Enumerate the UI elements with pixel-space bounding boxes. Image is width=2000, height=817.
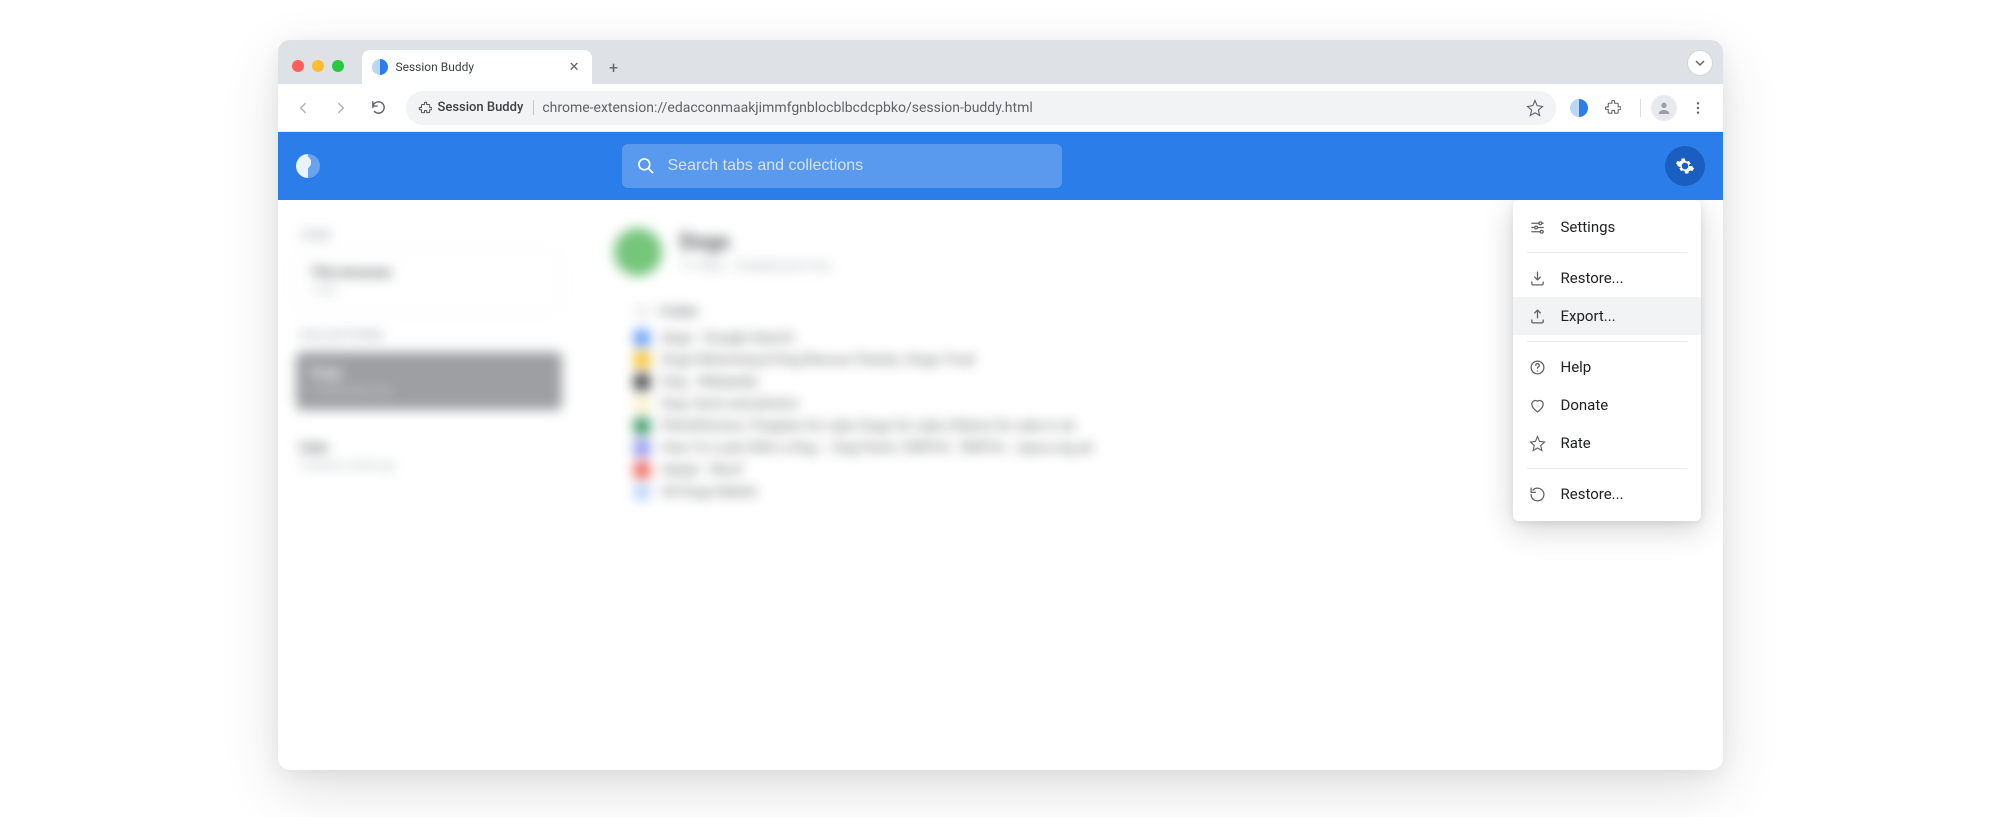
chip-label: Session Buddy bbox=[438, 100, 524, 115]
search-field[interactable] bbox=[622, 144, 1062, 188]
link-text: Pets4Homes | Puppies for sale, Dogs for … bbox=[662, 418, 1075, 434]
search-input[interactable] bbox=[668, 157, 1048, 175]
close-window-button[interactable] bbox=[292, 60, 304, 72]
session-buddy-logo[interactable] bbox=[296, 154, 320, 178]
sliders-icon bbox=[1529, 218, 1547, 236]
sidebar-section-collections: COLLECTIONS bbox=[300, 328, 558, 342]
history-icon bbox=[1529, 485, 1547, 503]
collection-title: Dogs bbox=[680, 230, 832, 255]
minimize-window-button[interactable] bbox=[312, 60, 324, 72]
session-buddy-extension-icon[interactable] bbox=[1570, 99, 1588, 117]
browser-menu-button[interactable] bbox=[1681, 91, 1715, 125]
sidebar-section-tabs: TABS bbox=[300, 228, 558, 242]
settings-gear-button[interactable] bbox=[1665, 146, 1705, 186]
link-text: Dog: facts and photos bbox=[662, 396, 799, 412]
browser-toolbar: Session Buddy chrome-extension://edaccon… bbox=[278, 84, 1723, 132]
session-buddy-favicon bbox=[372, 59, 388, 75]
toolbar-separator bbox=[1640, 99, 1641, 117]
search-icon bbox=[636, 156, 656, 176]
forward-button[interactable] bbox=[324, 91, 358, 125]
sidebar-item-this-browser[interactable]: This browser 1 tab bbox=[296, 252, 562, 310]
help-icon bbox=[1529, 358, 1547, 376]
link-favicon bbox=[634, 462, 650, 478]
close-tab-icon[interactable]: ✕ bbox=[567, 58, 582, 77]
browser-window: Session Buddy ✕ + Session Buddy chrome-e… bbox=[278, 40, 1723, 770]
maximize-window-button[interactable] bbox=[332, 60, 344, 72]
menu-separator bbox=[1527, 468, 1687, 469]
link-favicon bbox=[634, 440, 650, 456]
link-text: Dog - Wikipedia bbox=[662, 374, 758, 390]
gear-icon bbox=[1675, 156, 1695, 176]
menu-export[interactable]: Export... bbox=[1513, 297, 1701, 335]
link-favicon bbox=[634, 396, 650, 412]
tab-strip: Session Buddy ✕ + bbox=[278, 40, 1723, 84]
extensions-button[interactable] bbox=[1596, 91, 1630, 125]
link-text: All Dogs Matter bbox=[662, 484, 758, 500]
download-icon bbox=[1529, 269, 1547, 287]
link-favicon bbox=[634, 418, 650, 434]
back-button[interactable] bbox=[286, 91, 320, 125]
bookmark-star-icon[interactable] bbox=[1526, 99, 1544, 117]
menu-settings[interactable]: Settings bbox=[1513, 208, 1701, 246]
menu-separator bbox=[1527, 252, 1687, 253]
collection-subtitle: 17 links · Created just now bbox=[680, 259, 832, 274]
link-favicon bbox=[634, 352, 650, 368]
heart-icon bbox=[1529, 396, 1547, 414]
url-text: chrome-extension://edacconmaakjimmfgnblo… bbox=[542, 100, 1517, 116]
star-icon bbox=[1529, 434, 1547, 452]
menu-rate[interactable]: Rate bbox=[1513, 424, 1701, 462]
upload-icon bbox=[1529, 307, 1547, 325]
app-header bbox=[278, 132, 1723, 200]
sidebar-item-dogs[interactable]: Dogs Created just now bbox=[296, 352, 562, 410]
window-controls bbox=[286, 60, 350, 84]
link-favicon bbox=[634, 374, 650, 390]
link-text: Dogs Rehoming & Dog Rescue Charity | Dog… bbox=[662, 352, 976, 368]
menu-restore-history[interactable]: Restore... bbox=[1513, 475, 1701, 513]
folder-icon bbox=[634, 304, 650, 320]
link-text: Adopt · Woof bbox=[662, 462, 743, 478]
reload-button[interactable] bbox=[362, 91, 396, 125]
menu-donate[interactable]: Donate bbox=[1513, 386, 1701, 424]
collection-icon bbox=[614, 228, 662, 276]
address-bar[interactable]: Session Buddy chrome-extension://edaccon… bbox=[406, 91, 1556, 125]
browser-tab[interactable]: Session Buddy ✕ bbox=[362, 50, 592, 84]
menu-restore[interactable]: Restore... bbox=[1513, 259, 1701, 297]
menu-help[interactable]: Help bbox=[1513, 348, 1701, 386]
sidebar-item-cats[interactable]: Cats Created a while ago bbox=[296, 428, 562, 484]
link-text: How To Look After a Dog – Dog Facts | RS… bbox=[662, 440, 1094, 456]
link-text: dogs - Google Search bbox=[662, 330, 794, 346]
content-area: TABS This browser 1 tab COLLECTIONS Dogs… bbox=[278, 200, 1723, 770]
link-favicon bbox=[634, 484, 650, 500]
new-tab-button[interactable]: + bbox=[600, 53, 628, 81]
profile-button[interactable] bbox=[1651, 95, 1677, 121]
tab-title: Session Buddy bbox=[396, 60, 559, 74]
tabs-dropdown-button[interactable] bbox=[1687, 50, 1713, 76]
link-favicon bbox=[634, 330, 650, 346]
extension-icon bbox=[418, 101, 432, 115]
extension-chip: Session Buddy bbox=[418, 100, 535, 115]
settings-dropdown: Settings Restore... Export... Help Donat… bbox=[1513, 200, 1701, 521]
menu-separator bbox=[1527, 341, 1687, 342]
sidebar: TABS This browser 1 tab COLLECTIONS Dogs… bbox=[278, 200, 580, 770]
